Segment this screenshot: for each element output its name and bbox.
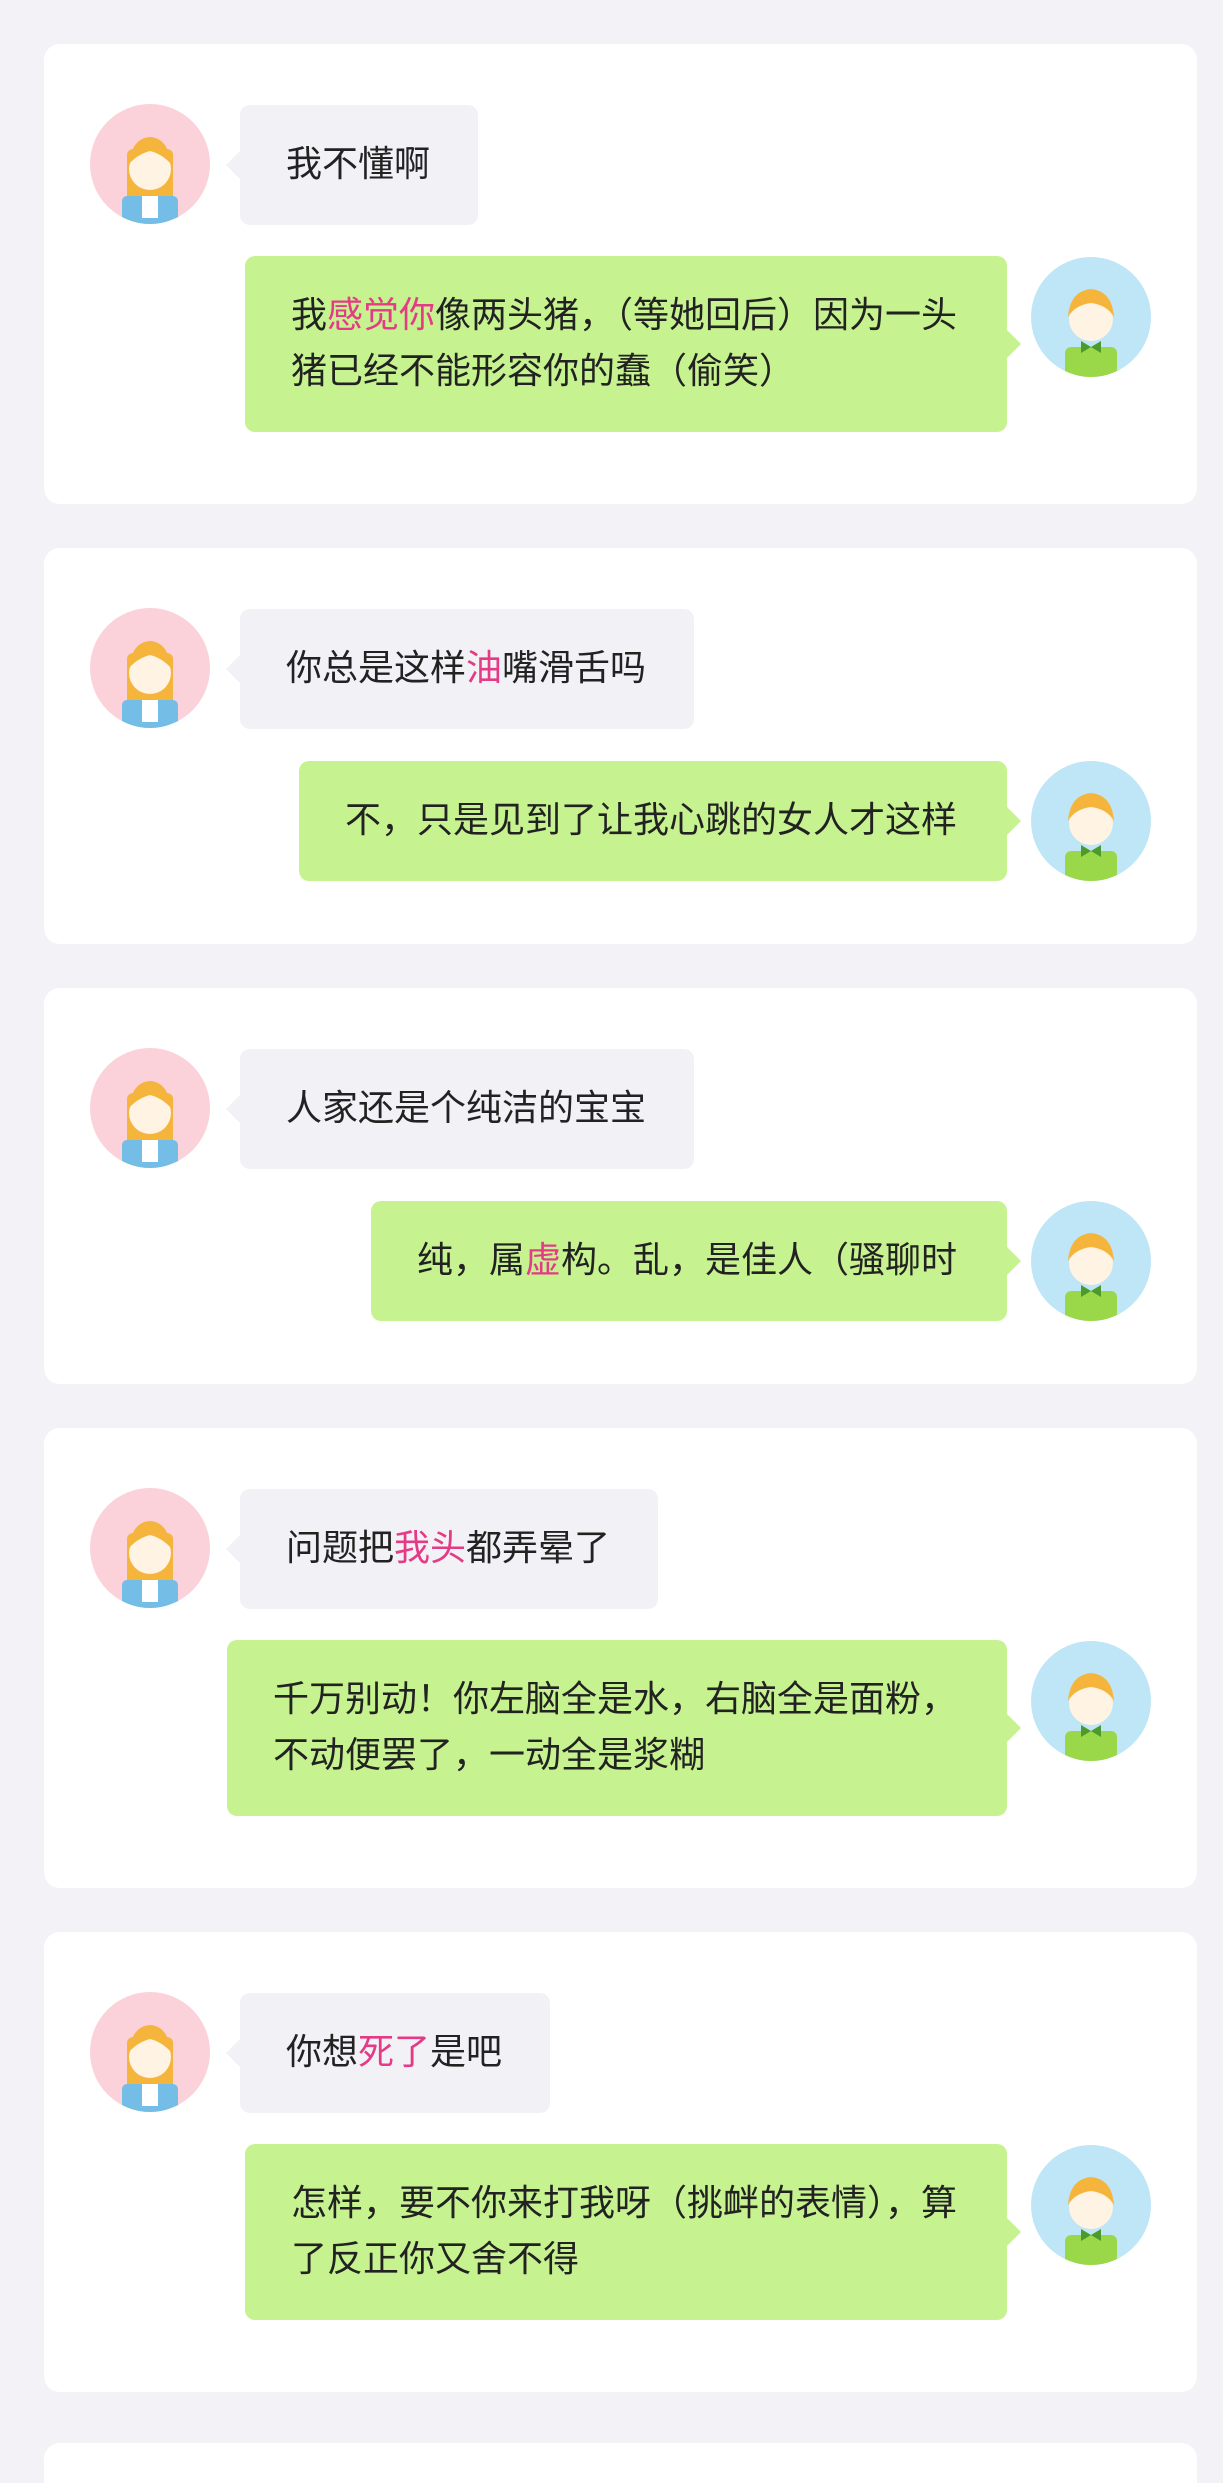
conversation-card: 你想死了是吧 怎样，要不你来打我呀（挑衅的表情），算 了反正你又舍不得 [44, 1932, 1197, 2392]
his-message-bubble: 不，只是见到了让我心跳的女人才这样 [298, 761, 1022, 881]
message-text: 你总是这样 [286, 648, 467, 689]
girl-avatar-icon [90, 1992, 210, 2112]
his-message-bubble: 怎样，要不你来打我呀（挑衅的表情），算 了反正你又舍不得 [244, 2144, 1022, 2320]
message-text: 都弄晕了 [466, 1528, 611, 1569]
highlighted-text: 虚 [524, 1240, 561, 1281]
message-line: 不动便罢了，一动全是浆糊 [273, 1728, 957, 1784]
boy-avatar-icon [1031, 1641, 1151, 1761]
message-text: 我 [290, 295, 327, 336]
highlighted-text: 感觉你 [326, 295, 435, 336]
boy-avatar-icon [1031, 257, 1151, 377]
message-text: 你想 [286, 2032, 359, 2073]
his-message-bubble: 我感觉你像两头猪，（等她回后）因为一头 猪已经不能形容你的蠢（偷笑） [244, 256, 1022, 432]
message-text: 人家还是个纯洁的宝宝 [286, 1088, 647, 1129]
boy-avatar-icon [1031, 761, 1151, 881]
message-text: 不，只是见到了让我心跳的女人才这样 [344, 800, 957, 841]
message-line: 问题把我头都弄晕了 [286, 1521, 610, 1577]
message-line: 不，只是见到了让我心跳的女人才这样 [345, 793, 957, 849]
message-line: 千万别动！你左脑全是水，右脑全是面粉， [273, 1672, 957, 1728]
conversation-card: 你总是这样油嘴滑舌吗 不，只是见到了让我心跳的女人才这样 [44, 548, 1197, 944]
highlighted-text: 油 [466, 648, 503, 689]
message-text: 问题把 [286, 1528, 395, 1569]
message-text: 嘴滑舌吗 [502, 648, 647, 689]
her-message-bubble: 你总是这样油嘴滑舌吗 [225, 609, 695, 729]
message-text: 不动便罢了，一动全是浆糊 [272, 1735, 705, 1776]
her-message-bubble: 你想死了是吧 [225, 1993, 551, 2113]
message-line: 纯，属虚构。乱，是佳人（骚聊时 [417, 1233, 957, 1289]
message-text: 我不懂啊 [286, 144, 431, 185]
highlighted-text: 我头 [394, 1528, 467, 1569]
message-line: 了反正你又舍不得 [291, 2232, 957, 2288]
his-message-bubble: 千万别动！你左脑全是水，右脑全是面粉， 不动便罢了，一动全是浆糊 [226, 1640, 1022, 1816]
her-message-bubble: 问题把我头都弄晕了 [225, 1489, 659, 1609]
message-text: 构。乱，是佳人（骚聊时 [560, 1240, 957, 1281]
message-text: 怎样，要不你来打我呀（挑衅的表情），算 [290, 2183, 957, 2224]
message-line: 你想死了是吧 [286, 2025, 502, 2081]
message-line: 猪已经不能形容你的蠢（偷笑） [291, 344, 957, 400]
message-text: 了反正你又舍不得 [290, 2239, 579, 2280]
next-conversation-card [44, 2443, 1197, 2483]
message-line: 人家还是个纯洁的宝宝 [286, 1081, 646, 1137]
boy-avatar-icon [1031, 1201, 1151, 1321]
message-line: 怎样，要不你来打我呀（挑衅的表情），算 [291, 2176, 957, 2232]
message-text: 猪已经不能形容你的蠢（偷笑） [290, 351, 795, 392]
her-message-bubble: 人家还是个纯洁的宝宝 [225, 1049, 695, 1169]
conversation-card: 人家还是个纯洁的宝宝 纯，属虚构。乱，是佳人（骚聊时 [44, 988, 1197, 1384]
girl-avatar-icon [90, 1048, 210, 1168]
conversation-card: 问题把我头都弄晕了 千万别动！你左脑全是水，右脑全是面粉， 不动便罢了，一动全是… [44, 1428, 1197, 1888]
girl-avatar-icon [90, 104, 210, 224]
her-message-bubble: 我不懂啊 [225, 105, 479, 225]
message-line: 我不懂啊 [286, 137, 430, 193]
message-line: 你总是这样油嘴滑舌吗 [286, 641, 646, 697]
highlighted-text: 死了 [358, 2032, 431, 2073]
message-text: 像两头猪，（等她回后）因为一头 [434, 295, 957, 336]
message-text: 纯，属 [416, 1240, 525, 1281]
message-text: 千万别动！你左脑全是水，右脑全是面粉， [272, 1679, 957, 1720]
girl-avatar-icon [90, 1488, 210, 1608]
conversation-card: 我不懂啊 我感觉你像两头猪，（等她回后）因为一头 猪已经不能形容你的蠢（偷笑） [44, 44, 1197, 504]
boy-avatar-icon [1031, 2145, 1151, 2265]
his-message-bubble: 纯，属虚构。乱，是佳人（骚聊时 [370, 1201, 1022, 1321]
message-text: 是吧 [430, 2032, 503, 2073]
girl-avatar-icon [90, 608, 210, 728]
message-line: 我感觉你像两头猪，（等她回后）因为一头 [291, 288, 957, 344]
